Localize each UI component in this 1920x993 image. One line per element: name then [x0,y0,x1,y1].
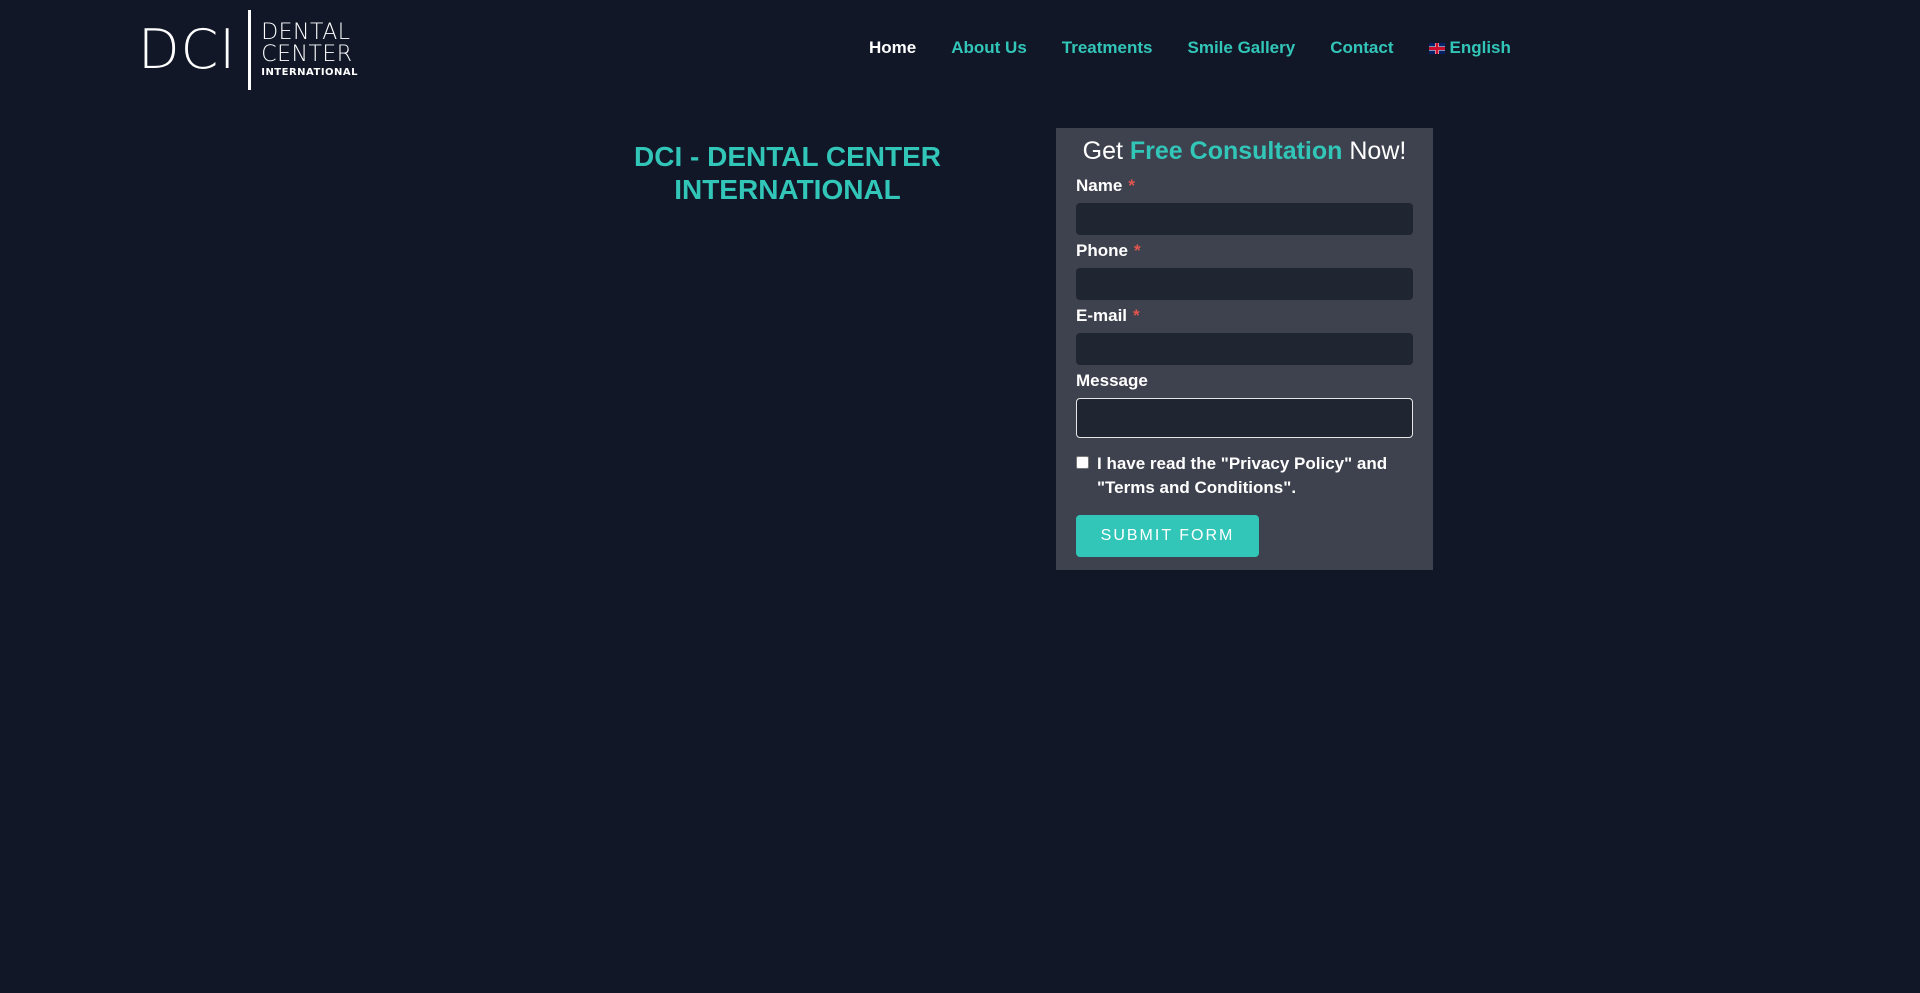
phone-label-text: Phone [1076,241,1128,260]
required-mark: * [1133,241,1141,260]
phone-input[interactable] [1076,268,1413,300]
submit-form-button[interactable]: SUBMIT FORM [1076,515,1259,557]
name-label-text: Name [1076,176,1123,195]
logo-wordmark: DENTAL CENTER INTERNATIONAL [261,22,358,78]
form-heading: Get Free Consultation Now! [1076,132,1413,170]
form-heading-post: Now! [1342,137,1407,165]
message-label-text: Message [1076,371,1148,390]
language-switcher[interactable]: English [1428,38,1511,58]
hero-title: DCI - DENTAL CENTER INTERNATIONAL [634,141,941,205]
phone-label: Phone * [1076,241,1413,263]
message-textarea[interactable] [1076,398,1413,438]
nav-treatments[interactable]: Treatments [1062,38,1153,58]
consent-row: I have read the "Privacy Policy" and "Te… [1076,452,1413,500]
name-label: Name * [1076,176,1413,198]
language-label: English [1449,38,1511,57]
message-label: Message [1076,371,1413,393]
consent-checkbox[interactable] [1076,456,1089,469]
name-input[interactable] [1076,203,1413,235]
logo-mark: DCI [138,18,237,81]
logo-line-1: DENTAL [261,20,351,45]
email-label: E-mail * [1076,306,1413,328]
uk-flag-icon [1428,43,1445,54]
form-heading-accent: Free Consultation [1129,137,1343,165]
nav-contact[interactable]: Contact [1330,38,1393,58]
nav-smile-gallery[interactable]: Smile Gallery [1187,38,1295,58]
consent-text: I have read the "Privacy Policy" and "Te… [1097,454,1388,497]
main-nav: Home About Us Treatments Smile Gallery C… [869,38,1511,58]
nav-home[interactable]: Home [869,38,916,58]
nav-about-us[interactable]: About Us [951,38,1027,58]
consultation-form: Get Free Consultation Now! Name * Phone * … [1056,128,1433,570]
logo-divider [248,10,252,90]
required-mark: * [1128,176,1135,195]
site-header: DCI DENTAL CENTER INTERNATIONAL Home Abo… [0,0,1920,100]
logo-line-3: INTERNATIONAL [261,67,359,78]
logo-line-2: CENTER [261,42,353,67]
form-heading-pre: Get [1082,137,1130,165]
email-label-text: E-mail [1076,306,1128,325]
dci-logo[interactable]: DCI DENTAL CENTER INTERNATIONAL [138,9,358,91]
required-mark: * [1133,306,1140,325]
email-input[interactable] [1076,333,1413,365]
